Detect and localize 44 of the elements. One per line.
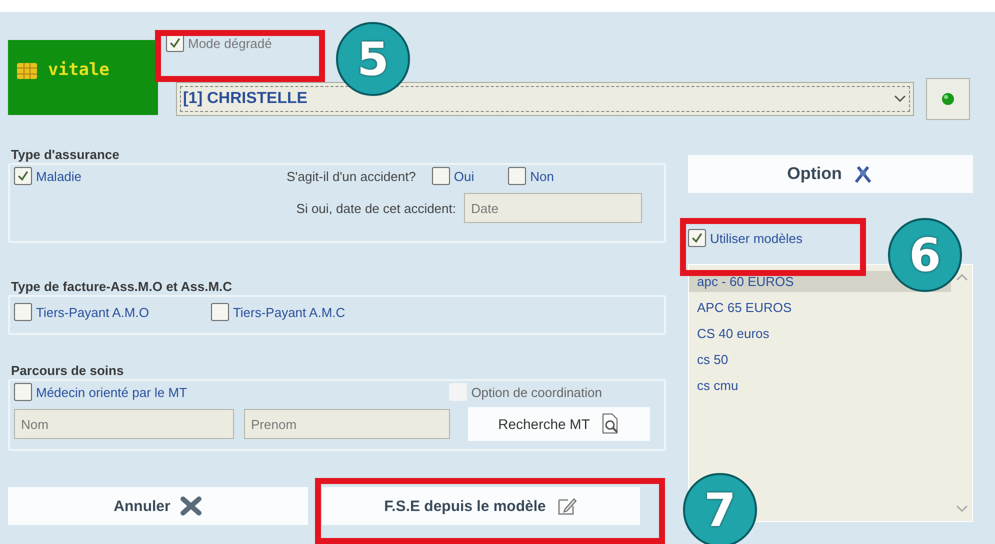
checkbox-label: Non xyxy=(530,168,554,184)
vitale-logo-text: vitale xyxy=(48,60,110,80)
option-button[interactable]: Option xyxy=(688,155,973,193)
chevron-down-icon xyxy=(893,94,907,104)
status-light-icon xyxy=(941,92,955,106)
patient-dropdown[interactable]: [1] CHRISTELLE xyxy=(176,82,914,116)
checkbox[interactable] xyxy=(14,167,32,185)
checkmark-icon xyxy=(168,36,182,50)
date-label: Si oui, date de cet accident: xyxy=(296,200,456,216)
chip-icon xyxy=(16,62,38,80)
create-invoice-button[interactable]: F.S.E depuis le modèle xyxy=(322,487,640,525)
search-document-icon xyxy=(600,413,620,435)
checkbox[interactable] xyxy=(432,167,450,185)
accident-question: S'agit-il d'un accident? xyxy=(286,168,416,184)
checkbox-label: Tiers-Payant A.M.O xyxy=(36,304,149,320)
group-title: Type de facture-Ass.M.O et Ass.M.C xyxy=(11,279,234,295)
checkbox[interactable] xyxy=(688,229,706,247)
checkbox-label: Oui xyxy=(454,168,474,184)
checkbox-label: Option de coordination xyxy=(471,384,602,400)
model-item[interactable]: cs 50 xyxy=(689,349,951,370)
model-item[interactable]: cs cmu xyxy=(689,375,951,396)
checkmark-icon xyxy=(690,231,704,245)
cancel-button[interactable]: Annuler xyxy=(8,487,308,525)
checkbox[interactable] xyxy=(210,303,229,321)
first-name-field[interactable]: Prenom xyxy=(244,409,450,439)
close-icon xyxy=(180,496,202,516)
checkbox[interactable] xyxy=(14,303,32,321)
checkbox[interactable] xyxy=(508,167,526,185)
checkmark-icon xyxy=(16,169,30,183)
selected-patient: [1] CHRISTELLE xyxy=(183,90,308,108)
group-title: Type d'assurance xyxy=(11,147,120,163)
checkbox[interactable] xyxy=(14,383,32,401)
name-field[interactable]: Nom xyxy=(14,409,234,439)
model-item[interactable]: APC 65 EUROS xyxy=(689,297,951,318)
checkbox-label: Utiliser modèles xyxy=(710,230,802,246)
model-item[interactable]: CS 40 euros xyxy=(689,323,951,344)
checkbox-label: Maladie xyxy=(36,168,82,184)
search-doctor-button[interactable]: Recherche MT xyxy=(468,407,650,441)
checkbox-label: Tiers-Payant A.M.C xyxy=(232,304,346,320)
group-title: Parcours de soins xyxy=(11,363,125,379)
date-field[interactable]: Date xyxy=(464,193,642,223)
status-button[interactable] xyxy=(926,78,970,120)
checkbox-label: Mode dégradé xyxy=(188,36,272,50)
checkbox-label: Médecin orienté par le MT xyxy=(36,384,188,400)
